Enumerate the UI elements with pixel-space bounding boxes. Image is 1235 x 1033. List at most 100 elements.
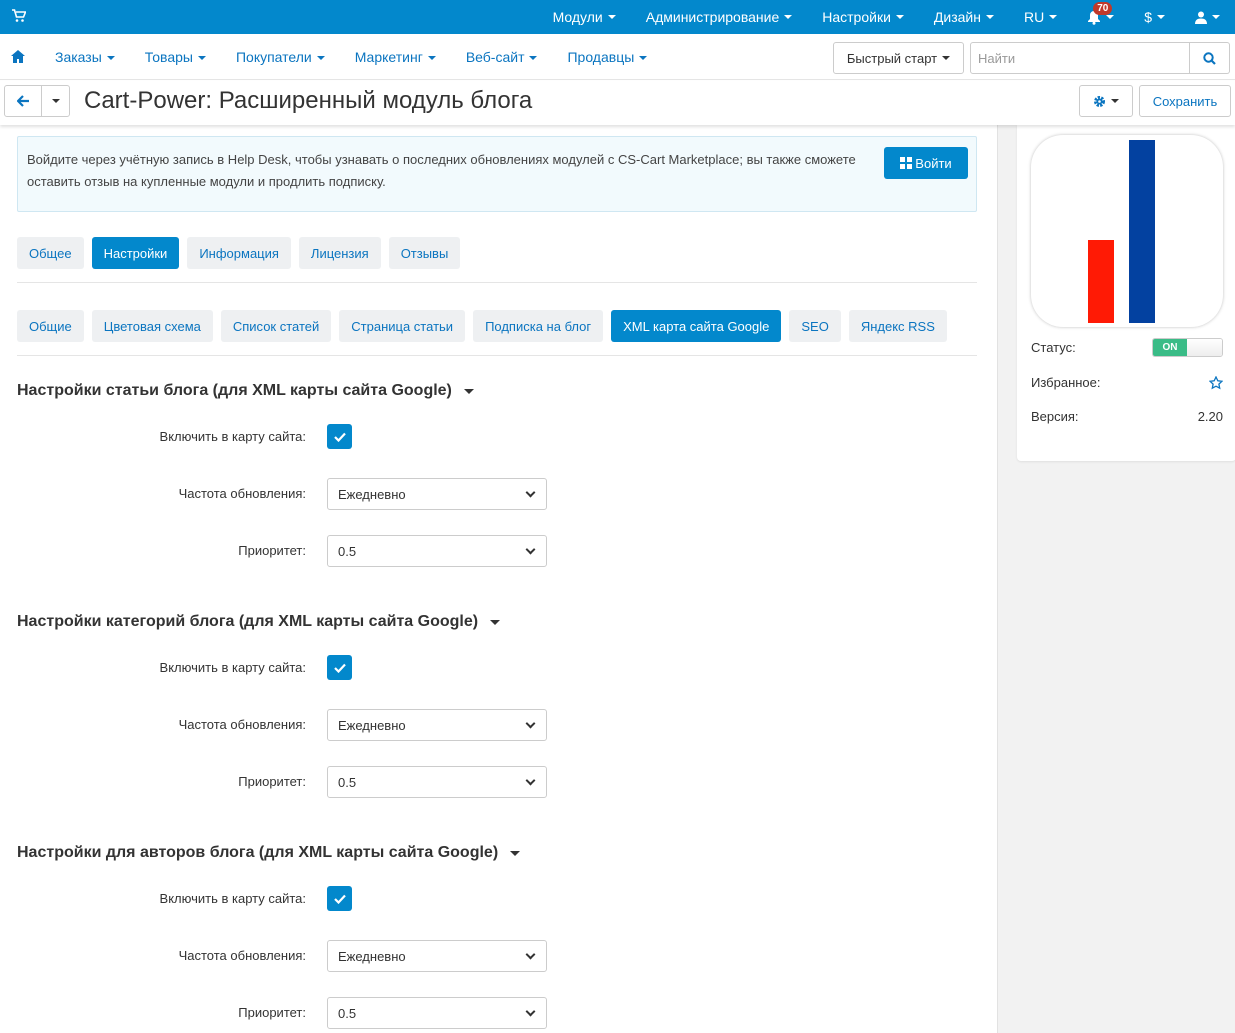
priority-label: Приоритет: — [238, 774, 306, 789]
include-label: Включить в карту сайта: — [159, 891, 306, 906]
arrow-left-icon — [16, 95, 29, 107]
frequency-select-categories[interactable]: Ежедневно — [327, 709, 547, 741]
back-button-group — [4, 85, 70, 117]
favorite-label: Избранное: — [1031, 375, 1101, 390]
cart-icon[interactable] — [12, 9, 27, 23]
currency-selector[interactable]: $ — [1129, 0, 1180, 34]
version-value: 2.20 — [1197, 409, 1223, 424]
subtab-google-sitemap[interactable]: XML карта сайта Google — [611, 310, 782, 342]
chevron-down-icon — [316, 56, 325, 61]
top-menu-administration[interactable]: Администрирование — [631, 0, 808, 34]
nav-marketing[interactable]: Маркетинг — [340, 49, 451, 65]
divider — [17, 355, 977, 356]
top-menu-design[interactable]: Дизайн — [919, 0, 1009, 34]
chevron-down-icon — [106, 56, 115, 61]
check-icon — [333, 894, 346, 904]
section-header-authors[interactable]: Настройки для авторов блога (для XML кар… — [17, 844, 521, 862]
include-checkbox-authors[interactable] — [327, 886, 352, 911]
frequency-select-authors[interactable]: Ежедневно — [327, 940, 547, 972]
subtab-color-scheme[interactable]: Цветовая схема — [91, 310, 213, 342]
nav-customers[interactable]: Покупатели — [221, 49, 340, 65]
chevron-down-icon — [1111, 99, 1119, 103]
login-button[interactable]: Войти — [884, 147, 968, 179]
chevron-down-icon — [525, 487, 536, 497]
tab-reviews[interactable]: Отзывы — [388, 237, 461, 269]
include-checkbox-categories[interactable] — [327, 655, 352, 680]
notifications-badge: 70 — [1093, 1, 1113, 15]
frequency-label: Частота обновления: — [178, 717, 306, 732]
settings-dropdown-button[interactable] — [1079, 85, 1133, 117]
priority-select-authors[interactable]: 0.5 — [327, 997, 547, 1029]
tab-general[interactable]: Общее — [17, 237, 84, 269]
notifications-button[interactable]: 70 — [1072, 0, 1129, 34]
include-label: Включить в карту сайта: — [159, 660, 306, 675]
chevron-down-icon — [784, 15, 793, 19]
divider — [17, 282, 977, 283]
nav-vendors[interactable]: Продавцы — [552, 49, 662, 65]
include-checkbox-articles[interactable] — [327, 424, 352, 449]
top-menu-settings[interactable]: Настройки — [807, 0, 919, 34]
settings-subtabs: Общие Цветовая схема Список статей Стран… — [17, 310, 955, 342]
subtab-blog-subscription[interactable]: Подписка на блог — [473, 310, 604, 342]
chevron-down-icon — [525, 1006, 536, 1016]
tab-settings[interactable]: Настройки — [91, 237, 180, 269]
grid-icon — [900, 157, 913, 169]
quick-start-button[interactable]: Быстрый старт — [833, 42, 964, 74]
status-toggle[interactable]: ON — [1152, 338, 1223, 357]
tab-information[interactable]: Информация — [187, 237, 291, 269]
addon-sidebar: Статус: ON Избранное: Версия: 2.20 — [997, 125, 1235, 1033]
subtab-yandex-rss[interactable]: Яндекс RSS — [848, 310, 947, 342]
chevron-down-icon — [1157, 15, 1165, 19]
chevron-down-icon — [1049, 15, 1058, 19]
nav-website[interactable]: Веб-сайт — [451, 49, 553, 65]
chevron-down-icon — [525, 718, 536, 728]
chevron-down-icon — [463, 388, 474, 394]
back-button[interactable] — [5, 86, 43, 116]
include-label: Включить в карту сайта: — [159, 429, 306, 444]
chevron-down-icon — [510, 850, 521, 856]
status-on-label: ON — [1153, 339, 1187, 356]
home-icon[interactable] — [11, 50, 25, 66]
section-header-articles[interactable]: Настройки статьи блога (для XML карты са… — [17, 382, 474, 400]
chevron-down-icon — [427, 56, 436, 61]
subtab-article-page[interactable]: Страница статьи — [339, 310, 466, 342]
helpdesk-notice: Войдите через учётную запись в Help Desk… — [17, 136, 977, 212]
chevron-down-icon — [525, 949, 536, 959]
star-icon[interactable] — [1209, 375, 1223, 390]
nav-products[interactable]: Товары — [130, 49, 221, 65]
frequency-select-articles[interactable]: Ежедневно — [327, 478, 547, 510]
toggle-knob — [1187, 339, 1222, 356]
user-icon — [1195, 11, 1207, 24]
save-button[interactable]: Сохранить — [1139, 85, 1231, 117]
status-label: Статус: — [1031, 340, 1076, 355]
history-dropdown-button[interactable] — [42, 86, 69, 116]
priority-select-articles[interactable]: 0.5 — [327, 535, 547, 567]
chevron-down-icon — [1212, 15, 1220, 19]
subtab-general[interactable]: Общие — [17, 310, 84, 342]
logo-red-bar — [1088, 240, 1114, 323]
language-selector[interactable]: RU — [1009, 0, 1072, 34]
chevron-down-icon — [51, 99, 60, 103]
subtab-article-list[interactable]: Список статей — [220, 310, 332, 342]
tab-license[interactable]: Лицензия — [298, 237, 381, 269]
version-row: Версия: 2.20 — [1031, 409, 1223, 424]
search-button[interactable] — [1190, 42, 1230, 74]
chevron-down-icon — [1106, 15, 1115, 19]
subtab-seo[interactable]: SEO — [789, 310, 841, 342]
user-menu[interactable] — [1180, 0, 1235, 34]
priority-select-categories[interactable]: 0.5 — [327, 766, 547, 798]
chevron-down-icon — [197, 56, 206, 61]
chevron-down-icon — [525, 544, 536, 554]
frequency-label: Частота обновления: — [178, 486, 306, 501]
chevron-down-icon — [607, 15, 616, 19]
nav-orders[interactable]: Заказы — [40, 49, 130, 65]
search-input[interactable] — [970, 42, 1190, 74]
chevron-down-icon — [525, 775, 536, 785]
chevron-down-icon — [639, 56, 648, 61]
logo-blue-bar — [1129, 140, 1155, 323]
frequency-label: Частота обновления: — [178, 948, 306, 963]
top-menu-modules[interactable]: Модули — [538, 0, 631, 34]
check-icon — [333, 663, 346, 673]
section-header-categories[interactable]: Настройки категорий блога (для XML карты… — [17, 613, 501, 631]
status-row: Статус: ON — [1031, 338, 1223, 357]
